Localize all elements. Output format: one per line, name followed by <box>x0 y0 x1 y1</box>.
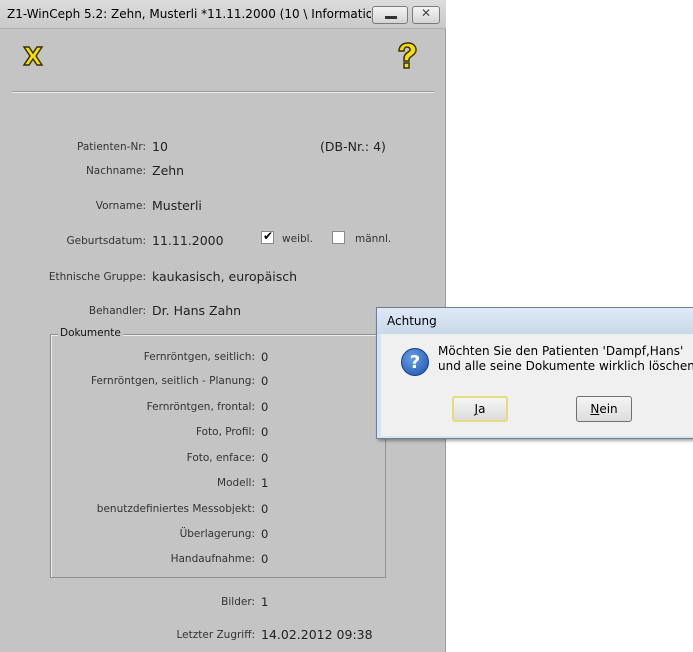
doc-value: 1 <box>261 476 269 490</box>
doc-value: 0 <box>261 451 269 465</box>
confirm-dialog: Achtung ? Möchten Sie den Patienten 'Dam… <box>376 307 693 439</box>
patient-nr-label: Patienten-Nr: <box>77 141 146 153</box>
dialog-body: ? Möchten Sie den Patienten 'Dampf,Hans'… <box>381 334 693 436</box>
title-bar[interactable]: Z1-WinCeph 5.2: Zehn, Musterli *11.11.20… <box>0 0 446 29</box>
doc-label: Modell: <box>217 477 255 489</box>
dialog-message-line1: Möchten Sie den Patienten 'Dampf,Hans' <box>438 344 684 358</box>
yes-label: a <box>478 402 486 416</box>
doc-label: Fernröntgen, seitlich: <box>143 351 255 363</box>
doc-label: Fernröntgen, frontal: <box>146 401 255 413</box>
geburtsdatum-label: Geburtsdatum: <box>66 235 146 247</box>
close-window-button[interactable]: ✕ <box>412 6 440 24</box>
zugriff-label: Letzter Zugriff: <box>176 629 255 641</box>
maennl-label: männl. <box>355 233 392 245</box>
dokumente-title: Dokumente <box>58 327 123 339</box>
question-icon: ? <box>401 348 429 376</box>
ethnie-value: kaukasisch, europäisch <box>152 269 298 284</box>
bilder-label: Bilder: <box>221 596 255 608</box>
window-title: Z1-WinCeph 5.2: Zehn, Musterli *11.11.20… <box>7 7 371 21</box>
doc-label: benutzdefiniertes Messobjekt: <box>96 503 255 515</box>
dialog-title: Achtung <box>387 314 437 328</box>
nachname-value: Zehn <box>152 163 185 178</box>
ethnie-label: Ethnische Gruppe: <box>48 271 146 283</box>
toolbar-separator <box>12 91 434 93</box>
doc-value: 0 <box>261 400 269 414</box>
doc-label: Überlagerung: <box>179 528 255 540</box>
close-icon: ✕ <box>420 6 432 20</box>
no-accel: N <box>590 402 600 416</box>
dialog-title-bar[interactable]: Achtung <box>377 308 693 334</box>
behandler-label: Behandler: <box>88 305 146 317</box>
no-label: ein <box>599 402 618 416</box>
weibl-checkbox[interactable]: ✔ <box>261 229 274 244</box>
dialog-message-line2: und alle seine Dokumente wirklich lösche… <box>438 359 693 373</box>
vorname-value: Musterli <box>152 198 202 213</box>
yes-button[interactable]: Ja <box>452 396 508 422</box>
behandler-value: Dr. Hans Zahn <box>152 303 242 318</box>
dialog-message: Möchten Sie den Patienten 'Dampf,Hans' u… <box>438 344 693 374</box>
bilder-value: 1 <box>261 595 269 609</box>
close-x-icon[interactable] <box>22 44 44 68</box>
doc-value: 0 <box>261 552 269 566</box>
patient-nr-value: 10 <box>152 139 168 154</box>
checkmark-icon: ✔ <box>263 229 274 243</box>
doc-label: Foto, Profil: <box>195 426 255 438</box>
doc-label: Foto, enface: <box>186 452 255 464</box>
doc-value: 0 <box>261 502 269 516</box>
vorname-label: Vorname: <box>95 200 146 212</box>
zugriff-value: 14.02.2012 09:38 <box>261 627 373 642</box>
doc-value: 0 <box>261 527 269 541</box>
maennl-checkbox[interactable] <box>332 231 345 244</box>
doc-value: 0 <box>261 374 269 388</box>
minimize-button[interactable] <box>372 6 408 24</box>
nachname-label: Nachname: <box>85 165 146 177</box>
no-button[interactable]: Nein <box>576 396 632 422</box>
help-question-icon[interactable] <box>394 42 420 70</box>
weibl-label: weibl. <box>282 233 313 245</box>
doc-value: 0 <box>261 350 269 364</box>
minimize-icon <box>385 16 397 19</box>
doc-value: 0 <box>261 425 269 439</box>
db-nr-value: (DB-Nr.: 4) <box>320 139 386 154</box>
doc-label: Handaufnahme: <box>170 553 255 565</box>
doc-label: Fernröntgen, seitlich - Planung: <box>91 375 255 387</box>
geburtsdatum-value: 11.11.2000 <box>152 233 224 248</box>
